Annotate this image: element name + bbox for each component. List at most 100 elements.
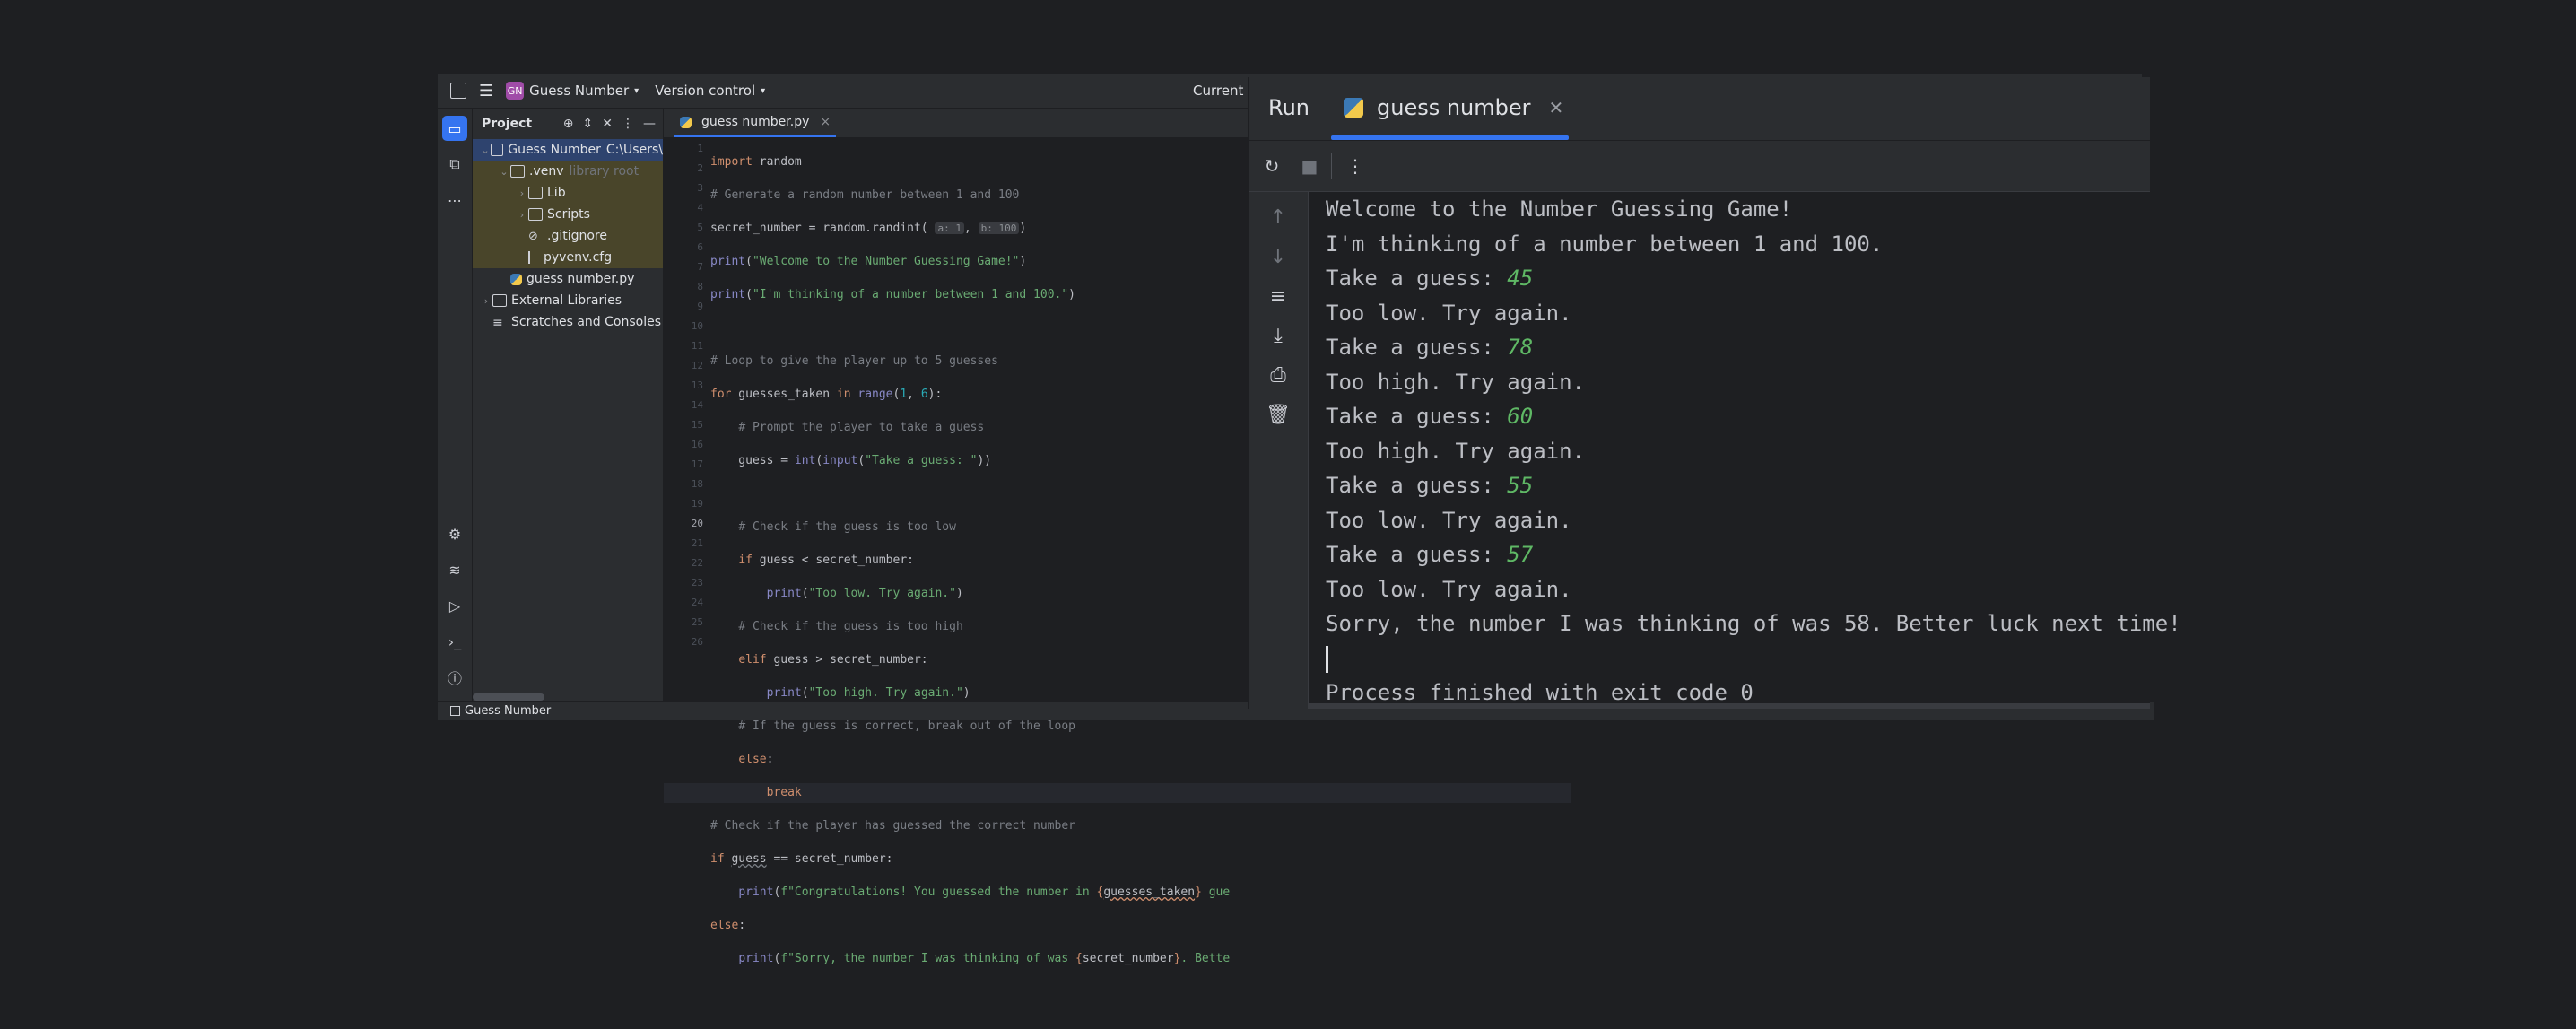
editor-tab[interactable]: guess number.py × (674, 109, 837, 137)
locate-icon[interactable]: ⊕ (563, 117, 574, 131)
line-number: 6 (697, 241, 703, 253)
more-tools-icon[interactable]: ⋯ (442, 187, 467, 213)
close-icon[interactable]: × (820, 115, 831, 129)
active-tab-indicator (1331, 135, 1569, 140)
chevron-right-icon[interactable]: › (516, 187, 528, 199)
console-text: Take a guess: (1326, 404, 1508, 429)
terminal-icon[interactable]: ›_ (442, 629, 467, 654)
vcs-switcher[interactable]: Version control ▾ (655, 83, 765, 99)
tree-item[interactable]: › Lib (473, 182, 663, 204)
tree-item[interactable]: ⊘ .gitignore (473, 225, 663, 247)
line-number: 13 (691, 379, 703, 391)
scroll-to-end-icon[interactable]: ⤓ (1266, 325, 1291, 350)
console-output[interactable]: Welcome to the Number Guessing Game! I'm … (1326, 192, 2181, 711)
console-text: Too high. Try again. (1326, 369, 1585, 395)
tree-item[interactable]: › External Libraries (473, 290, 663, 311)
line-number: 26 (691, 636, 703, 648)
python-packages-icon[interactable]: ⚙ (442, 521, 467, 546)
project-panel-title[interactable]: Project (482, 117, 532, 131)
folder-icon (491, 144, 504, 156)
line-number: 23 (691, 577, 703, 589)
arrow-up-icon[interactable]: ↑ (1266, 206, 1291, 231)
console-text: Take a guess: (1326, 542, 1508, 567)
console-text: Too high. Try again. (1326, 438, 1585, 464)
options-icon[interactable]: ⋮ (622, 117, 634, 131)
structure-icon[interactable]: ⧉ (442, 152, 467, 177)
project-folder-icon[interactable]: ▭ (442, 116, 467, 141)
console-user-input: 60 (1507, 404, 1534, 429)
rerun-icon[interactable]: ↻ (1258, 152, 1286, 180)
line-number: 25 (691, 616, 703, 628)
collapse-all-icon[interactable]: ✕ (602, 117, 613, 131)
text-caret (1326, 645, 1328, 673)
console-user-input: 55 (1507, 473, 1534, 498)
console-text: Too low. Try again. (1326, 507, 1572, 533)
close-icon[interactable]: ✕ (1549, 97, 1564, 118)
breadcrumb[interactable]: Guess Number (465, 704, 551, 718)
app-logo-icon[interactable] (450, 83, 466, 99)
code-line: if guess == secret_number: (710, 852, 893, 866)
tree-item[interactable]: guess number.py (473, 268, 663, 290)
expand-all-icon[interactable]: ⇕ (583, 117, 594, 131)
problems-icon[interactable]: ⓘ (442, 665, 467, 690)
horizontal-scrollbar[interactable] (473, 693, 544, 701)
chevron-right-icon[interactable]: › (480, 295, 492, 307)
line-number: 14 (691, 399, 703, 411)
tree-item[interactable]: ⌄ Guess Number C:\Users\ (473, 139, 663, 161)
tree-item[interactable]: ⌄ .venv library root (473, 161, 663, 182)
tree-item-label: External Libraries (511, 293, 622, 308)
print-icon[interactable]: ⎙ (1266, 364, 1291, 389)
line-number: 22 (691, 557, 703, 569)
hide-icon[interactable]: — (643, 117, 656, 131)
main-menu-icon[interactable]: ☰ (479, 82, 493, 100)
chevron-down-icon[interactable]: ⌄ (498, 166, 510, 178)
line-number: 3 (697, 182, 703, 194)
soft-wrap-icon[interactable]: ≡ (1266, 285, 1291, 310)
tree-item[interactable]: ≡ Scratches and Consoles (473, 311, 663, 333)
folder-icon (528, 187, 543, 199)
console-horizontal-scrollbar[interactable] (1308, 703, 2150, 709)
console-text: Welcome to the Number Guessing Game! (1326, 196, 1793, 222)
arrow-down-icon[interactable]: ↓ (1266, 246, 1291, 271)
tree-item[interactable]: › Scripts (473, 204, 663, 225)
console-line: Take a guess: 55 (1326, 468, 2181, 503)
editor-tab-label: guess number.py (701, 115, 810, 129)
chevron-down-icon[interactable]: ⌄ (480, 144, 491, 156)
line-number: 5 (697, 222, 703, 233)
tree-item[interactable]: pyvenv.cfg (473, 247, 663, 268)
chevron-down-icon: ▾ (761, 85, 766, 96)
run-tab[interactable]: guess number ✕ (1331, 77, 1569, 140)
code-line: # Check if the player has guessed the co… (710, 819, 1075, 833)
trash-icon[interactable]: 🗑 (1266, 404, 1291, 429)
project-panel: Project ⊕ ⇕ ✕ ⋮ — ⌄ Guess Number C:\Users\… (473, 109, 664, 701)
line-number: 10 (691, 320, 703, 332)
console-user-input: 45 (1507, 266, 1534, 291)
code-line-current: break (664, 783, 1571, 803)
line-number: 12 (691, 360, 703, 371)
console-line: Too low. Try again. (1326, 296, 2181, 331)
run-config-selector[interactable]: Current (1193, 83, 1243, 99)
tool-window-strip: ▭ ⧉ ⋯ ⚙ ≋ ▷ ›_ ⓘ (438, 109, 473, 701)
console-input-line[interactable] (1326, 641, 2181, 676)
toolbar-divider (1331, 153, 1332, 179)
layers-icon[interactable]: ≋ (442, 557, 467, 582)
console-line: Take a guess: 57 (1326, 537, 2181, 572)
console-line: Take a guess: 78 (1326, 330, 2181, 365)
console-line: Too high. Try again. (1326, 434, 2181, 469)
project-name: Guess Number (529, 83, 630, 99)
console-text: Too low. Try again. (1326, 300, 1572, 326)
run-panel-header: Run guess number ✕ (1249, 77, 2150, 141)
library-icon (492, 294, 507, 307)
more-options-icon[interactable]: ⋮ (1341, 152, 1370, 180)
console-user-input: 78 (1507, 335, 1534, 360)
code-line: print(f"Congratulations! You guessed the… (738, 885, 1231, 899)
console-text: Take a guess: (1326, 335, 1508, 360)
project-panel-header: Project ⊕ ⇕ ✕ ⋮ — (473, 109, 663, 139)
stop-icon[interactable]: ■ (1295, 152, 1324, 180)
chevron-right-icon[interactable]: › (516, 209, 528, 221)
run-tool-icon[interactable]: ▷ (442, 593, 467, 618)
project-switcher[interactable]: GN Guess Number ▾ (506, 82, 639, 100)
line-number: 7 (697, 261, 703, 273)
ignore-file-icon: ⊘ (528, 230, 538, 243)
